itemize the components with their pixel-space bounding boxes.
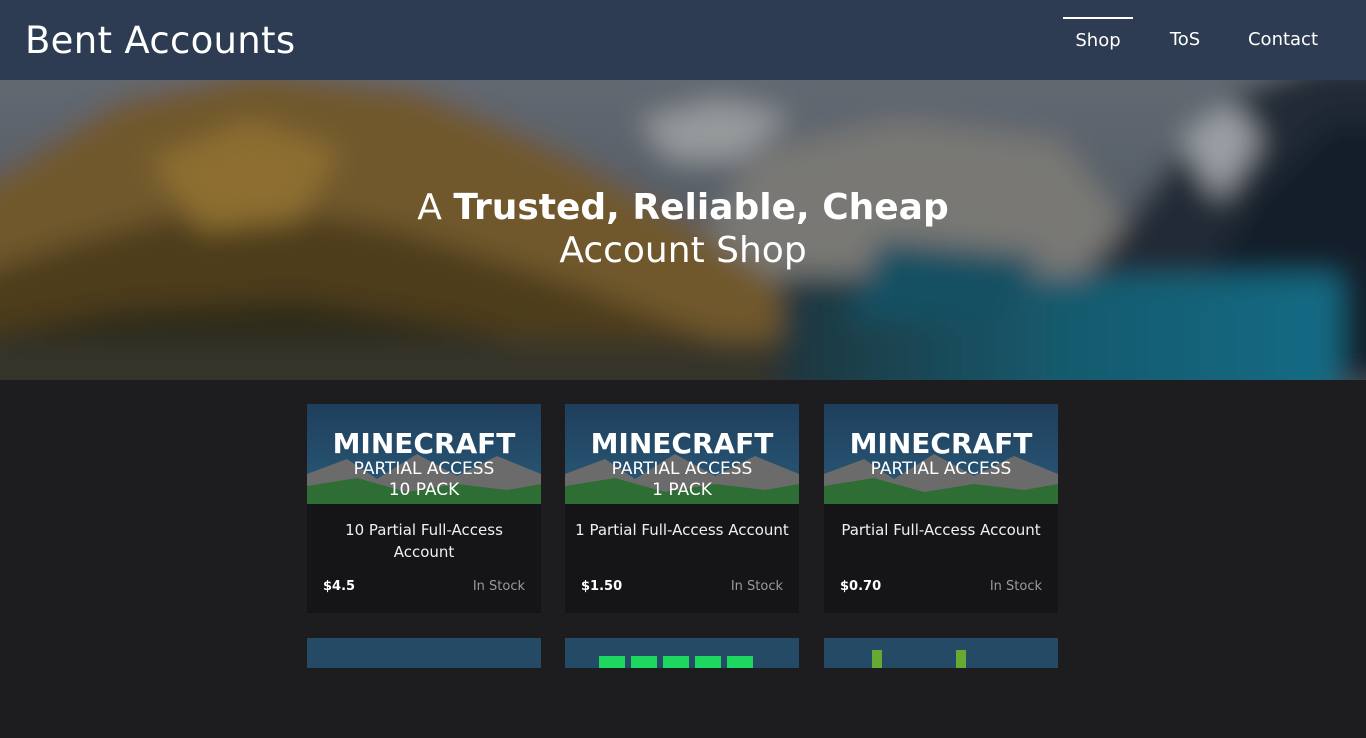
hero-heading-prefix: A — [417, 187, 442, 228]
product-image-title: MINECRAFT — [850, 427, 1033, 460]
brand-logo[interactable]: Bent Accounts — [25, 19, 295, 62]
product-price: $0.70 — [840, 579, 882, 594]
product-card[interactable]: MINECRAFT PARTIAL ACCESS 1 PACK 1 Partia… — [565, 404, 799, 613]
hero-banner: A Trusted, Reliable, Cheap Account Shop — [0, 80, 1366, 380]
product-card[interactable] — [307, 638, 541, 668]
product-image: MINECRAFT PARTIAL ACCESS 1 PACK — [565, 404, 799, 504]
product-image-title: MINECRAFT — [333, 427, 516, 460]
product-image-subtitle: PARTIAL ACCESS — [612, 459, 753, 479]
nav-link-shop[interactable]: Shop — [1063, 17, 1133, 63]
product-card[interactable]: MINECRAFT PARTIAL ACCESS Partial Full-Ac… — [824, 404, 1058, 613]
stock-status: In Stock — [989, 579, 1042, 594]
product-grid: MINECRAFT PARTIAL ACCESS 10 PACK 10 Part… — [0, 380, 1366, 668]
product-price: $4.5 — [323, 579, 356, 594]
product-card[interactable] — [824, 638, 1058, 668]
product-price: $1.50 — [581, 579, 623, 594]
product-card[interactable] — [565, 638, 799, 668]
product-image — [565, 638, 799, 738]
product-title: Partial Full-Access Account — [841, 521, 1041, 539]
product-image-pack: 10 PACK — [389, 480, 460, 500]
hero-subheading: Account Shop — [559, 230, 807, 271]
product-title: 10 Partial Full-Access Account — [345, 521, 503, 561]
stock-status: In Stock — [730, 579, 783, 594]
product-image-title: MINECRAFT — [591, 427, 774, 460]
product-image — [307, 638, 541, 738]
product-image — [824, 638, 1058, 738]
nav-link-tos[interactable]: ToS — [1158, 17, 1212, 63]
product-image: MINECRAFT PARTIAL ACCESS — [824, 404, 1058, 504]
hero-heading: A Trusted, Reliable, Cheap — [0, 187, 1366, 228]
product-image: MINECRAFT PARTIAL ACCESS 10 PACK — [307, 404, 541, 504]
product-image-subtitle: PARTIAL ACCESS — [354, 459, 495, 479]
hero-heading-emphasis: Trusted, Reliable, Cheap — [453, 187, 949, 228]
product-image-subtitle: PARTIAL ACCESS — [871, 459, 1012, 479]
top-navbar: Bent Accounts Shop ToS Contact — [0, 0, 1366, 80]
product-card[interactable]: MINECRAFT PARTIAL ACCESS 10 PACK 10 Part… — [307, 404, 541, 613]
product-title: 1 Partial Full-Access Account — [575, 521, 789, 539]
stock-status: In Stock — [472, 579, 525, 594]
product-image-pack: 1 PACK — [652, 480, 713, 500]
nav-link-contact[interactable]: Contact — [1237, 17, 1329, 63]
